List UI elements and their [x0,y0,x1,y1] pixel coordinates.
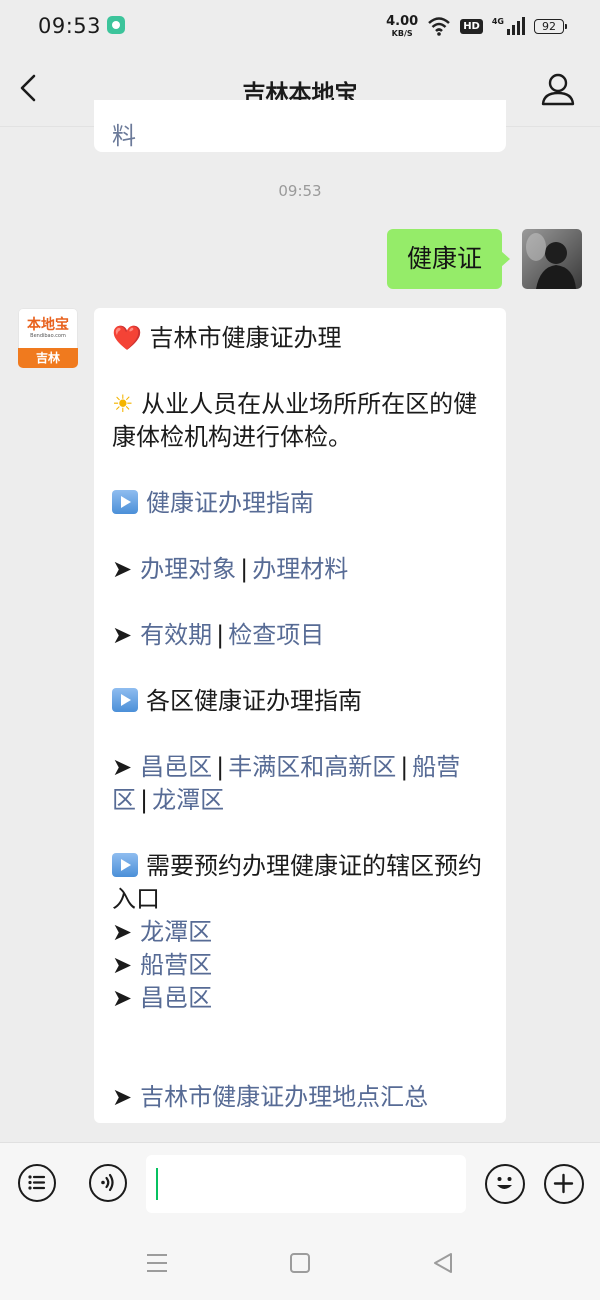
separator: | [216,621,225,649]
chat-input-bar [0,1142,600,1228]
status-time: 09:53 [38,14,102,38]
appointment-item: ➤ 龙潭区 [112,916,492,949]
emoji-icon[interactable] [485,1164,525,1204]
network-speed: 4.00 KB/S [386,15,418,38]
user-avatar[interactable] [522,229,582,289]
heart-icon: ❤️ [112,324,142,352]
link-applicants[interactable]: 办理对象 [140,555,236,583]
network-speed-value: 4.00 [386,13,419,29]
link-district-fengman-gaoxin[interactable]: 丰满区和高新区 [228,753,396,781]
guide-row-2: ➤ 有效期 | 检查项目 [112,619,492,652]
sun-icon: ☀ [112,390,134,418]
incoming-message-bubble: ❤️ 吉林市健康证办理 ☀ 从业人员在从业场所所在区的健康体检机构进行体检。 健… [94,308,506,1123]
appointment-item: ➤ 昌邑区 [112,982,492,1015]
link-location-summary[interactable]: 吉林市健康证办理地点汇总 [140,1083,428,1111]
link-appointment-changyi[interactable]: 昌邑区 [140,984,212,1012]
bendibao-logo-text: 本地宝 [27,316,69,333]
bot-avatar-logo: 本地宝 Bendibao.com [18,308,78,348]
nav-back-icon[interactable] [432,1251,454,1275]
cellular-signal-icon: 4G [492,17,525,35]
link-materials[interactable]: 办理材料 [252,555,348,583]
play-button-icon [112,853,138,877]
link-district-changyi[interactable]: 昌邑区 [140,753,212,781]
network-speed-unit: KB/S [391,28,413,38]
guide-row-1: ➤ 办理对象 | 办理材料 [112,553,492,586]
arrow-icon: ➤ [112,951,133,979]
section-heading-districts: 各区健康证办理指南 [112,685,492,718]
message-note-line: ☀ 从业人员在从业场所所在区的健康体检机构进行体检。 [112,388,492,454]
arrow-icon: ➤ [112,918,133,946]
network-type-label: 4G [491,17,504,26]
link-validity[interactable]: 有效期 [140,621,212,649]
districts-heading: 各区健康证办理指南 [146,687,362,715]
hd-voice-badge: HD [460,18,483,34]
section-heading-appointment: 需要预约办理健康证的辖区预约入口 [112,850,492,916]
separator: | [400,753,409,781]
separator: | [216,753,225,781]
bot-avatar-city: 吉林 [18,348,78,368]
voice-input-icon[interactable] [89,1164,127,1202]
district-links: ➤ 昌邑区 | 丰满区和高新区 | 船营区 | 龙潭区 [112,751,492,817]
recent-apps-icon[interactable] [145,1252,169,1274]
message-title: 吉林市健康证办理 [149,324,342,352]
arrow-icon: ➤ [112,555,133,583]
wifi-icon [428,17,451,36]
text-cursor [156,1168,158,1200]
appointment-item: ➤ 船营区 [112,949,492,982]
link-appointment-chuanying[interactable]: 船营区 [140,951,212,979]
link-health-cert-guide[interactable]: 健康证办理指南 [146,489,314,517]
plus-icon[interactable] [544,1164,584,1204]
previous-message-bubble[interactable]: 料 [94,100,506,152]
link-appointment-longtan[interactable]: 龙潭区 [140,918,212,946]
message-input[interactable] [146,1155,466,1213]
incoming-message-body: ❤️ 吉林市健康证办理 ☀ 从业人员在从业场所所在区的健康体检机构进行体检。 健… [112,322,492,1114]
summary-line: ➤ 吉林市健康证办理地点汇总 [112,1081,492,1114]
battery-icon: 92 [534,18,567,34]
arrow-icon: ➤ [112,1083,133,1111]
outgoing-message-bubble[interactable]: 健康证 [386,229,511,289]
bot-avatar[interactable]: 本地宝 Bendibao.com 吉林 [18,308,78,368]
arrow-icon: ➤ [112,621,133,649]
separator: | [240,555,249,583]
user-profile-icon[interactable] [540,72,576,106]
play-button-icon [112,490,138,514]
home-icon[interactable] [289,1252,311,1274]
section-heading-guide: 健康证办理指南 [112,487,492,520]
bendibao-domain-text: Bendibao.com [30,332,66,339]
message-note: 从业人员在从业场所所在区的健康体检机构进行体检。 [112,390,478,451]
user-avatar-image [522,229,582,289]
link-district-longtan[interactable]: 龙潭区 [152,786,224,814]
arrow-icon: ➤ [112,753,133,781]
menu-list-icon[interactable] [18,1164,56,1202]
link-check-items[interactable]: 检查项目 [228,621,324,649]
appointment-heading: 需要预约办理健康证的辖区预约入口 [112,852,482,913]
status-indicators: 4.00 KB/S HD 4G 92 [386,10,567,42]
message-timestamp: 09:53 [278,182,322,200]
system-navigation-bar [0,1228,600,1300]
previous-message-text: 料 [112,122,136,150]
separator: | [140,786,149,814]
arrow-icon: ➤ [112,984,133,1012]
play-button-icon [112,688,138,712]
battery-level: 92 [542,19,556,33]
app-notification-icon [107,16,125,34]
message-title-line: ❤️ 吉林市健康证办理 [112,322,492,355]
status-bar: 09:53 4.00 KB/S HD 4G 92 [0,0,600,52]
